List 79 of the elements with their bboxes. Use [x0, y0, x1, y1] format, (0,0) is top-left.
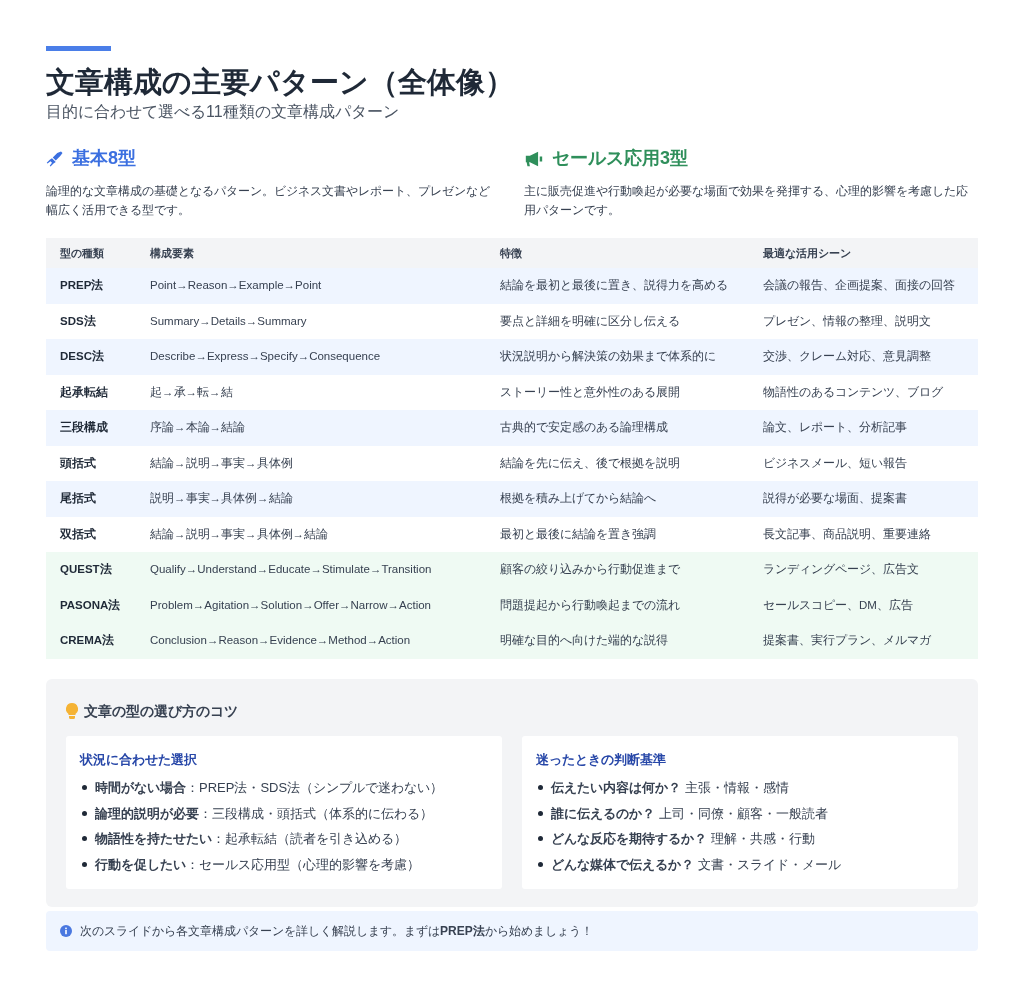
table-cell-text: 長文記事、商品説明、重要連絡: [763, 526, 931, 542]
table-cell-text: ストーリー性と意外性のある展開: [500, 384, 681, 400]
table-cell-text: 結論→説明→事実→具体例→結論: [150, 526, 329, 542]
table-cell-text: 要点と詳細を明確に区分し伝える: [500, 313, 681, 329]
section-description: 主に販売促進や行動喚起が必要な場面で効果を発揮する、心理的影響を考慮した応用パターンです。: [524, 183, 969, 219]
tip-text: 時間がない場合：PREP法・SDS法（シンプルで迷わない）: [95, 779, 444, 797]
table-cell-text: 結論を最初と最後に置き、説得力を高める: [500, 278, 729, 294]
accent-bar: [46, 46, 111, 51]
table-cell-text: 物語性のあるコンテンツ、ブログ: [763, 384, 943, 400]
table-cell-text: 古典的で安定感のある論理構成: [500, 420, 669, 436]
info-icon: [60, 925, 72, 937]
table-cell-text: 会議の報告、企画提案、面接の回答: [763, 278, 955, 294]
section-heading: セールス応用3型: [552, 147, 688, 170]
table-cell-text: 提案書、実行プラン、メルマガ: [763, 633, 931, 649]
table-cell-text: 双括式: [59, 526, 97, 542]
tip-text: 物語性を持たせたい：起承転結（読者を引き込める）: [95, 830, 407, 848]
tip-text: どんな媒体で伝えるか？ 文書・スライド・メール: [551, 855, 841, 874]
tip-text: どんな反応を期待するか？ 理解・共感・行動: [551, 830, 815, 848]
table-cell-text: 尾括式: [59, 491, 97, 507]
table-cell-text: QUEST法: [59, 562, 113, 578]
note-text: 次のスライドから各文章構成パターンを詳しく解説します。まずはPREP法から始めましょう！: [80, 923, 593, 940]
table-cell-text: Point→Reason→Example→Point: [150, 278, 323, 294]
table-cell-text: ランディングページ、広告文: [763, 562, 919, 578]
table-cell-text: 状況説明から解決策の効果まで体系的に: [500, 349, 717, 365]
table-cell-text: セールスコピー、DM、広告: [763, 597, 913, 613]
table-cell-text: 起承転結: [59, 384, 109, 400]
table-cell-text: プレゼン、情報の整理、説明文: [763, 313, 931, 329]
column-header: 型の種類: [59, 245, 105, 261]
page-subtitle: 目的に合わせて選べる11種類の文章構成パターン: [46, 102, 400, 122]
table-cell-text: DESC法: [59, 349, 105, 365]
table-cell-text: 根拠を積み上げてから結論へ: [500, 491, 657, 507]
megaphone-icon: [524, 149, 544, 168]
tip-text: 誰に伝えるのか？ 上司・同僚・顧客・一般読者: [551, 804, 828, 823]
table-cell-text: PREP法: [59, 278, 105, 294]
tip-text: 行動を促したい：セールス応用型（心理的影響を考慮）: [95, 855, 420, 874]
table-cell-text: SDS法: [59, 313, 97, 329]
bullet-icon: [82, 836, 87, 842]
column-header: 特徴: [500, 245, 523, 261]
section-heading: 基本8型: [72, 147, 136, 170]
table-cell-text: 起→承→転→結: [150, 384, 234, 400]
table-cell-text: ビジネスメール、短い報告: [763, 455, 907, 471]
table-cell-text: Describe→Express→Specify→Consequence: [150, 349, 382, 365]
column-header: 最適な活用シーン: [763, 245, 851, 262]
table-cell-text: CREMA法: [59, 633, 116, 649]
table-cell-text: 明確な目的へ向けた端的な説得: [500, 633, 669, 649]
bullet-icon: [82, 861, 87, 867]
table-cell-text: 最初と最後に結論を置き強調: [500, 526, 657, 542]
table-cell-text: 結論→説明→事実→具体例: [150, 455, 294, 471]
table-cell-text: 論文、レポート、分析記事: [763, 420, 907, 436]
card-heading: 迷ったときの判断基準: [536, 750, 667, 769]
card-heading: 状況に合わせた選択: [80, 750, 198, 769]
bullet-icon: [538, 810, 543, 816]
table-cell-text: 説得が必要な場面、提案書: [763, 491, 907, 507]
table-cell-text: 問題提起から行動喚起までの流れ: [500, 597, 681, 613]
lightbulb-icon: [66, 703, 78, 719]
table-cell-text: PASONA法: [59, 597, 122, 613]
page-title: 文章構成の主要パターン（全体像）: [46, 65, 515, 100]
table-cell-text: Summary→Details→Summary: [150, 313, 308, 329]
table-cell-text: 序論→本論→結論: [150, 420, 246, 436]
table-cell-text: 説明→事実→具体例→結論: [150, 491, 294, 507]
table-cell-text: 結論を先に伝え、後で根拠を説明: [500, 455, 681, 471]
bullet-icon: [538, 785, 543, 791]
column-header: 構成要素: [150, 245, 195, 261]
tip-text: 伝えたい内容は何か？ 主張・情報・感情: [551, 779, 789, 797]
table-cell-text: Qualify→Understand→Educate→Stimulate→Transition: [150, 562, 433, 578]
table-cell-text: 顧客の絞り込みから行動促進まで: [500, 562, 681, 578]
table-cell-text: 三段構成: [59, 420, 109, 436]
tip-text: 論理的説明が必要：三段構成・頭括式（体系的に伝わる）: [95, 804, 433, 823]
table-cell-text: Problem→Agitation→Solution→Offer→Narrow→Action: [150, 597, 432, 613]
table-cell-text: 頭括式: [59, 455, 97, 471]
table-cell-text: 交渉、クレーム対応、意見調整: [763, 349, 931, 365]
pen-icon: [46, 149, 64, 168]
tips-heading: 文章の型の選び方のコツ: [84, 701, 238, 721]
table-cell-text: Conclusion→Reason→Evidence→Method→Action: [150, 633, 412, 649]
bullet-icon: [82, 785, 87, 791]
section-description: 論理的な文章構成の基礎となるパターン。ビジネス文書やレポート、プレゼンなど幅広く活用できる型です。: [46, 183, 491, 219]
bullet-icon: [82, 810, 87, 816]
bullet-icon: [538, 836, 543, 842]
bullet-icon: [538, 861, 543, 867]
